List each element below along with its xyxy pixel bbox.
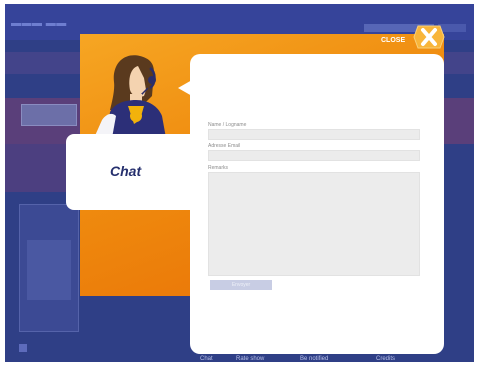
customer-service-agent-icon: [94, 55, 166, 138]
remarks-textarea[interactable]: [208, 172, 420, 276]
nav-link-be-notified[interactable]: Be notified: [300, 356, 328, 362]
close-label[interactable]: CLOSE: [381, 37, 405, 44]
email-input[interactable]: [208, 150, 420, 161]
name-label: Name / Logname: [208, 122, 247, 128]
background-panel-image: [27, 240, 71, 300]
nav-link-rate-show[interactable]: Rate show: [236, 356, 264, 362]
remarks-label: Remarks: [208, 165, 229, 171]
name-input[interactable]: [208, 129, 420, 140]
submit-button-label: Envoyer: [231, 282, 251, 288]
nav-link-credits[interactable]: Credits: [376, 356, 395, 362]
background-sidebar-block: [5, 144, 75, 192]
close-button[interactable]: [412, 22, 446, 52]
close-icon: [413, 25, 445, 49]
bottom-nav: Chat Rate show Be notified Credits: [190, 356, 444, 367]
background-bottom-icon: [19, 344, 27, 352]
background-logo: ▬▬▬ ▬▬: [11, 18, 67, 29]
submit-button[interactable]: Envoyer: [210, 280, 272, 290]
background-tab: [21, 104, 77, 126]
nav-link-chat[interactable]: Chat: [200, 356, 213, 362]
email-label: Adresse Email: [208, 143, 241, 149]
chat-title: Chat: [110, 163, 142, 179]
